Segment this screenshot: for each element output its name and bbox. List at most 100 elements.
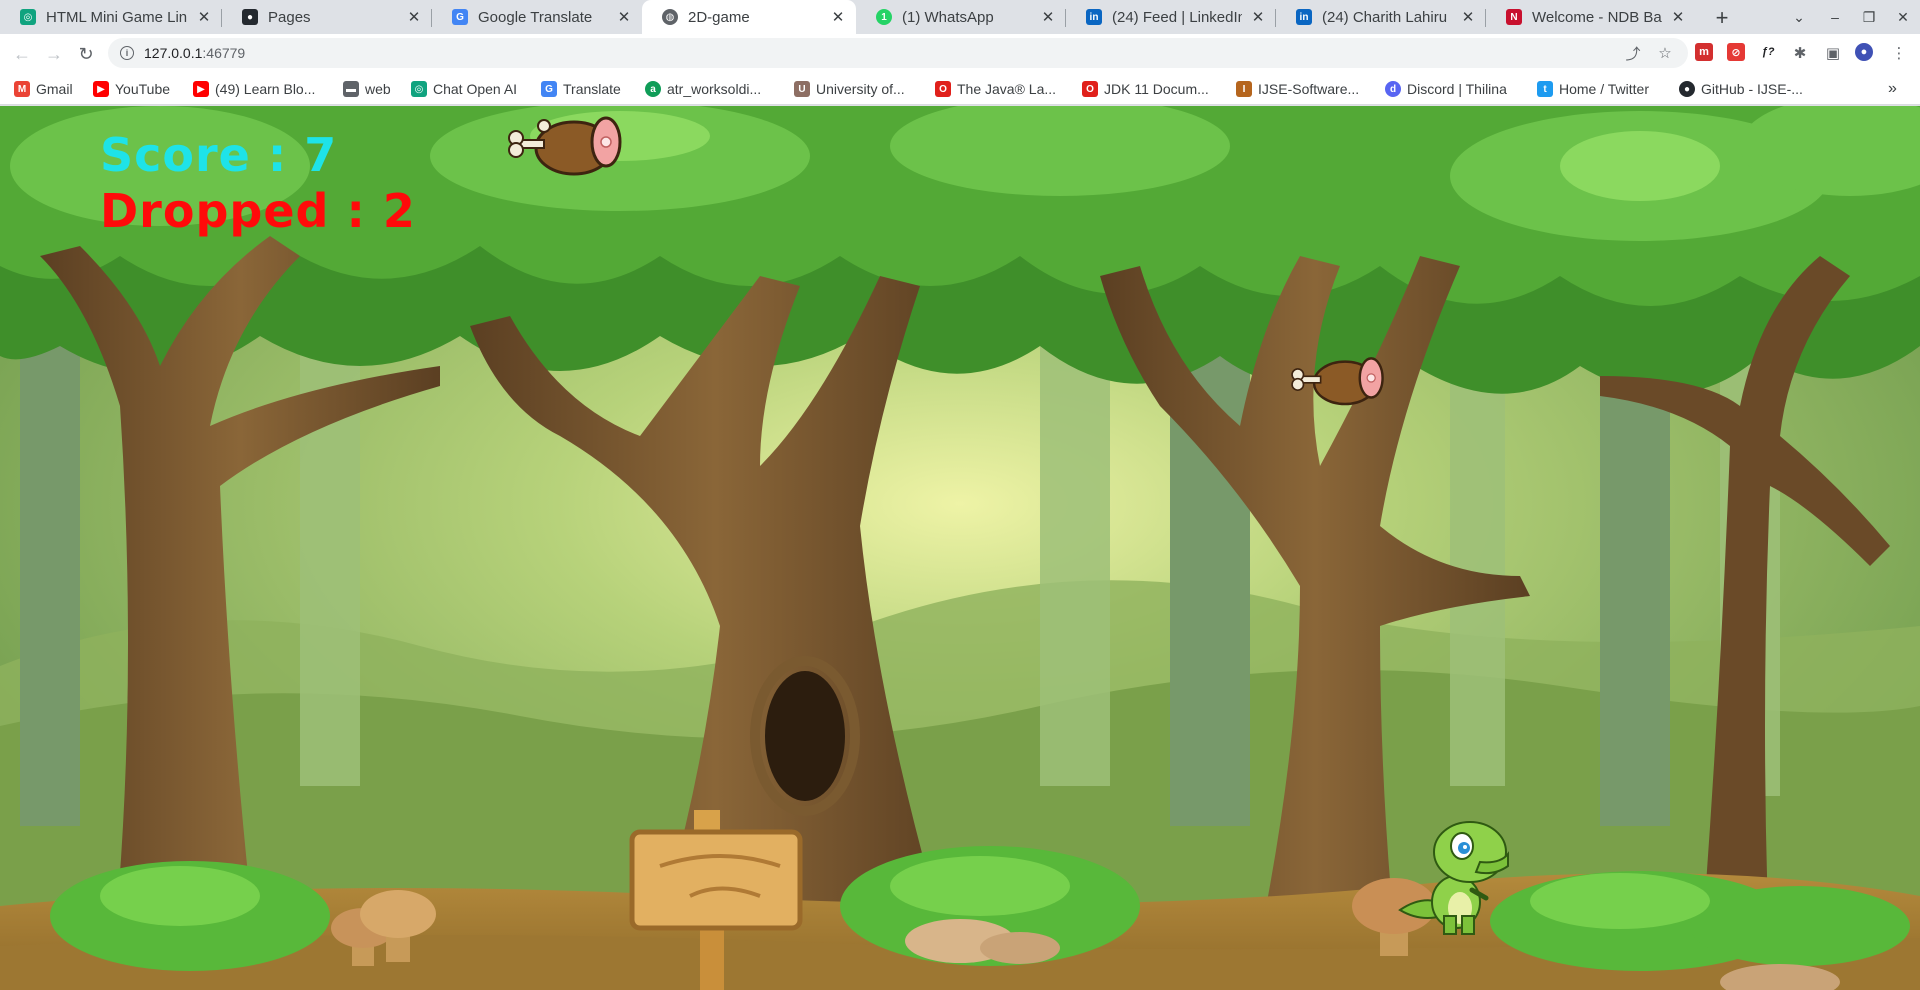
oracle-icon: O	[1082, 81, 1098, 97]
tab-title: (24) Feed | LinkedIn	[1112, 8, 1242, 26]
bookmark-gmail[interactable]: M Gmail	[14, 78, 73, 100]
close-icon[interactable]: ✕	[1248, 7, 1268, 27]
falling-meat-icon	[1291, 357, 1384, 406]
ndb-bank-icon: N	[1506, 9, 1522, 25]
bookmark-translate[interactable]: G Translate	[541, 78, 621, 100]
whatsapp-icon: 1	[876, 9, 892, 25]
bookmark-star-icon[interactable]: ☆	[1652, 40, 1678, 66]
url-port: :46779	[202, 45, 246, 61]
bookmarks-bar: M Gmail ▶ YouTube ▶ (49) Learn Blo... ▬ web …	[0, 72, 1920, 105]
minimize-button[interactable]: –	[1818, 0, 1852, 34]
chatgpt-icon: ◎	[411, 81, 427, 97]
bookmark-label: Home / Twitter	[1559, 81, 1649, 97]
forest-background	[0, 106, 1920, 990]
github-icon: ●	[1679, 81, 1695, 97]
folder-icon: ▬	[343, 81, 359, 97]
github-icon: ●	[242, 9, 258, 25]
bookmark-github-ijse[interactable]: ● GitHub - IJSE-...	[1679, 78, 1803, 100]
bookmark-atr-worksoldi[interactable]: a atr_worksoldi...	[645, 78, 761, 100]
close-icon[interactable]: ✕	[1038, 7, 1058, 27]
tab-search-icon[interactable]: ⌄	[1782, 0, 1816, 34]
bookmark-label: Translate	[563, 81, 621, 97]
game-canvas[interactable]: Score : 7 Dropped : 2	[0, 106, 1920, 990]
tab-pages[interactable]: ● Pages ✕	[222, 0, 432, 34]
bookmark-label: JDK 11 Docum...	[1104, 81, 1209, 97]
tab-title: Google Translate	[478, 8, 593, 26]
maximize-button[interactable]: ❐	[1852, 0, 1886, 34]
close-window-button[interactable]: ✕	[1886, 0, 1920, 34]
close-icon[interactable]: ✕	[1458, 7, 1478, 27]
ijse-icon: I	[1236, 81, 1252, 97]
bookmark-label: Gmail	[36, 81, 73, 97]
forward-button[interactable]: →	[40, 40, 68, 68]
tab-ndb-bank[interactable]: N Welcome - NDB Bank ✕	[1486, 0, 1696, 34]
side-panel-icon[interactable]: ▣	[1820, 40, 1846, 66]
tab-linkedin-feed[interactable]: in (24) Feed | LinkedIn ✕	[1066, 0, 1276, 34]
bookmark-label: IJSE-Software...	[1258, 81, 1360, 97]
bookmark-label: University of...	[816, 81, 905, 97]
youtube-icon: ▶	[193, 81, 209, 97]
tab-title: (1) WhatsApp	[902, 8, 994, 26]
share-icon[interactable]: ⤴	[1620, 40, 1646, 66]
gmail-icon: M	[14, 81, 30, 97]
bookmark-label: Chat Open AI	[433, 81, 518, 97]
info-icon[interactable]: i	[120, 46, 134, 60]
close-icon[interactable]: ✕	[194, 7, 214, 27]
extension-mendeley-icon[interactable]: m	[1695, 43, 1713, 61]
bookmark-ijse-software[interactable]: I IJSE-Software...	[1236, 78, 1359, 100]
bookmark-label: The Java® La...	[957, 81, 1057, 97]
close-icon[interactable]: ✕	[1668, 7, 1688, 27]
tab-html-mini-game[interactable]: ◎ HTML Mini Game Link ✕	[0, 0, 222, 34]
tab-linkedin-profile[interactable]: in (24) Charith Lahiru | L ✕	[1276, 0, 1486, 34]
tab-strip: ◎ HTML Mini Game Link ✕ ● Pages ✕ G Goog…	[0, 0, 1920, 34]
bookmark-label: Discord | Thilina	[1407, 81, 1507, 97]
university-icon: U	[794, 81, 810, 97]
extension-formula-icon[interactable]: ƒ?	[1759, 43, 1777, 61]
twitter-icon: t	[1537, 81, 1553, 97]
tab-title: (24) Charith Lahiru | L	[1322, 8, 1452, 26]
browser-toolbar: ← → ↻ i 127.0.0.1:46779 ⤴ ☆ m ⊘ ƒ? ✱ ▣ ●…	[0, 34, 1920, 72]
extension-red-icon[interactable]: ⊘	[1727, 43, 1745, 61]
dinosaur-player-icon	[1398, 821, 1509, 935]
bookmark-twitter[interactable]: t Home / Twitter	[1537, 78, 1649, 100]
discord-icon: d	[1385, 81, 1401, 97]
tab-title: HTML Mini Game Link	[46, 8, 188, 26]
close-icon[interactable]: ✕	[828, 7, 848, 27]
tab-google-translate[interactable]: G Google Translate ✕	[432, 0, 642, 34]
bookmark-jdk11-docs[interactable]: O JDK 11 Docum...	[1082, 78, 1209, 100]
new-tab-button[interactable]: +	[1708, 4, 1736, 32]
bookmark-label: web	[365, 81, 391, 97]
bookmark-youtube[interactable]: ▶ YouTube	[93, 78, 170, 100]
menu-kebab-icon[interactable]: ⋮	[1886, 40, 1912, 66]
youtube-icon: ▶	[93, 81, 109, 97]
linkedin-icon: in	[1296, 9, 1312, 25]
back-button[interactable]: ←	[8, 40, 36, 68]
bookmark-label: YouTube	[115, 81, 171, 97]
tab-whatsapp[interactable]: 1 (1) WhatsApp ✕	[856, 0, 1066, 34]
bookmark-discord[interactable]: d Discord | Thilina	[1385, 78, 1507, 100]
globe-icon: ◍	[662, 9, 678, 25]
tab-2d-game[interactable]: ◍ 2D-game ✕	[642, 0, 856, 34]
profile-avatar[interactable]: ●	[1855, 43, 1873, 61]
bookmark-label: atr_worksoldi...	[667, 81, 762, 97]
translate-icon: G	[541, 81, 557, 97]
score-label: Score : 7	[100, 128, 338, 182]
address-bar[interactable]: i 127.0.0.1:46779	[108, 38, 1688, 68]
bookmarks-overflow-icon[interactable]: »	[1888, 78, 1897, 100]
tab-title: 2D-game	[688, 8, 750, 26]
close-icon[interactable]: ✕	[404, 7, 424, 27]
url-host: 127.0.0.1	[144, 45, 203, 61]
close-icon[interactable]: ✕	[614, 7, 634, 27]
bookmark-java-language[interactable]: O The Java® La...	[935, 78, 1056, 100]
bookmark-chat-open-ai[interactable]: ◎ Chat Open AI	[411, 78, 517, 100]
falling-meat-icon	[508, 116, 622, 176]
bookmark-university[interactable]: U University of...	[794, 78, 905, 100]
reload-button[interactable]: ↻	[72, 40, 100, 68]
translate-icon: G	[452, 9, 468, 25]
bookmark-learn-blog[interactable]: ▶ (49) Learn Blo...	[193, 78, 315, 100]
dropped-label: Dropped : 2	[100, 184, 416, 238]
bookmark-label: GitHub - IJSE-...	[1701, 81, 1803, 97]
extensions-puzzle-icon[interactable]: ✱	[1787, 40, 1813, 66]
bookmark-folder-web[interactable]: ▬ web	[343, 78, 391, 100]
oracle-icon: O	[935, 81, 951, 97]
